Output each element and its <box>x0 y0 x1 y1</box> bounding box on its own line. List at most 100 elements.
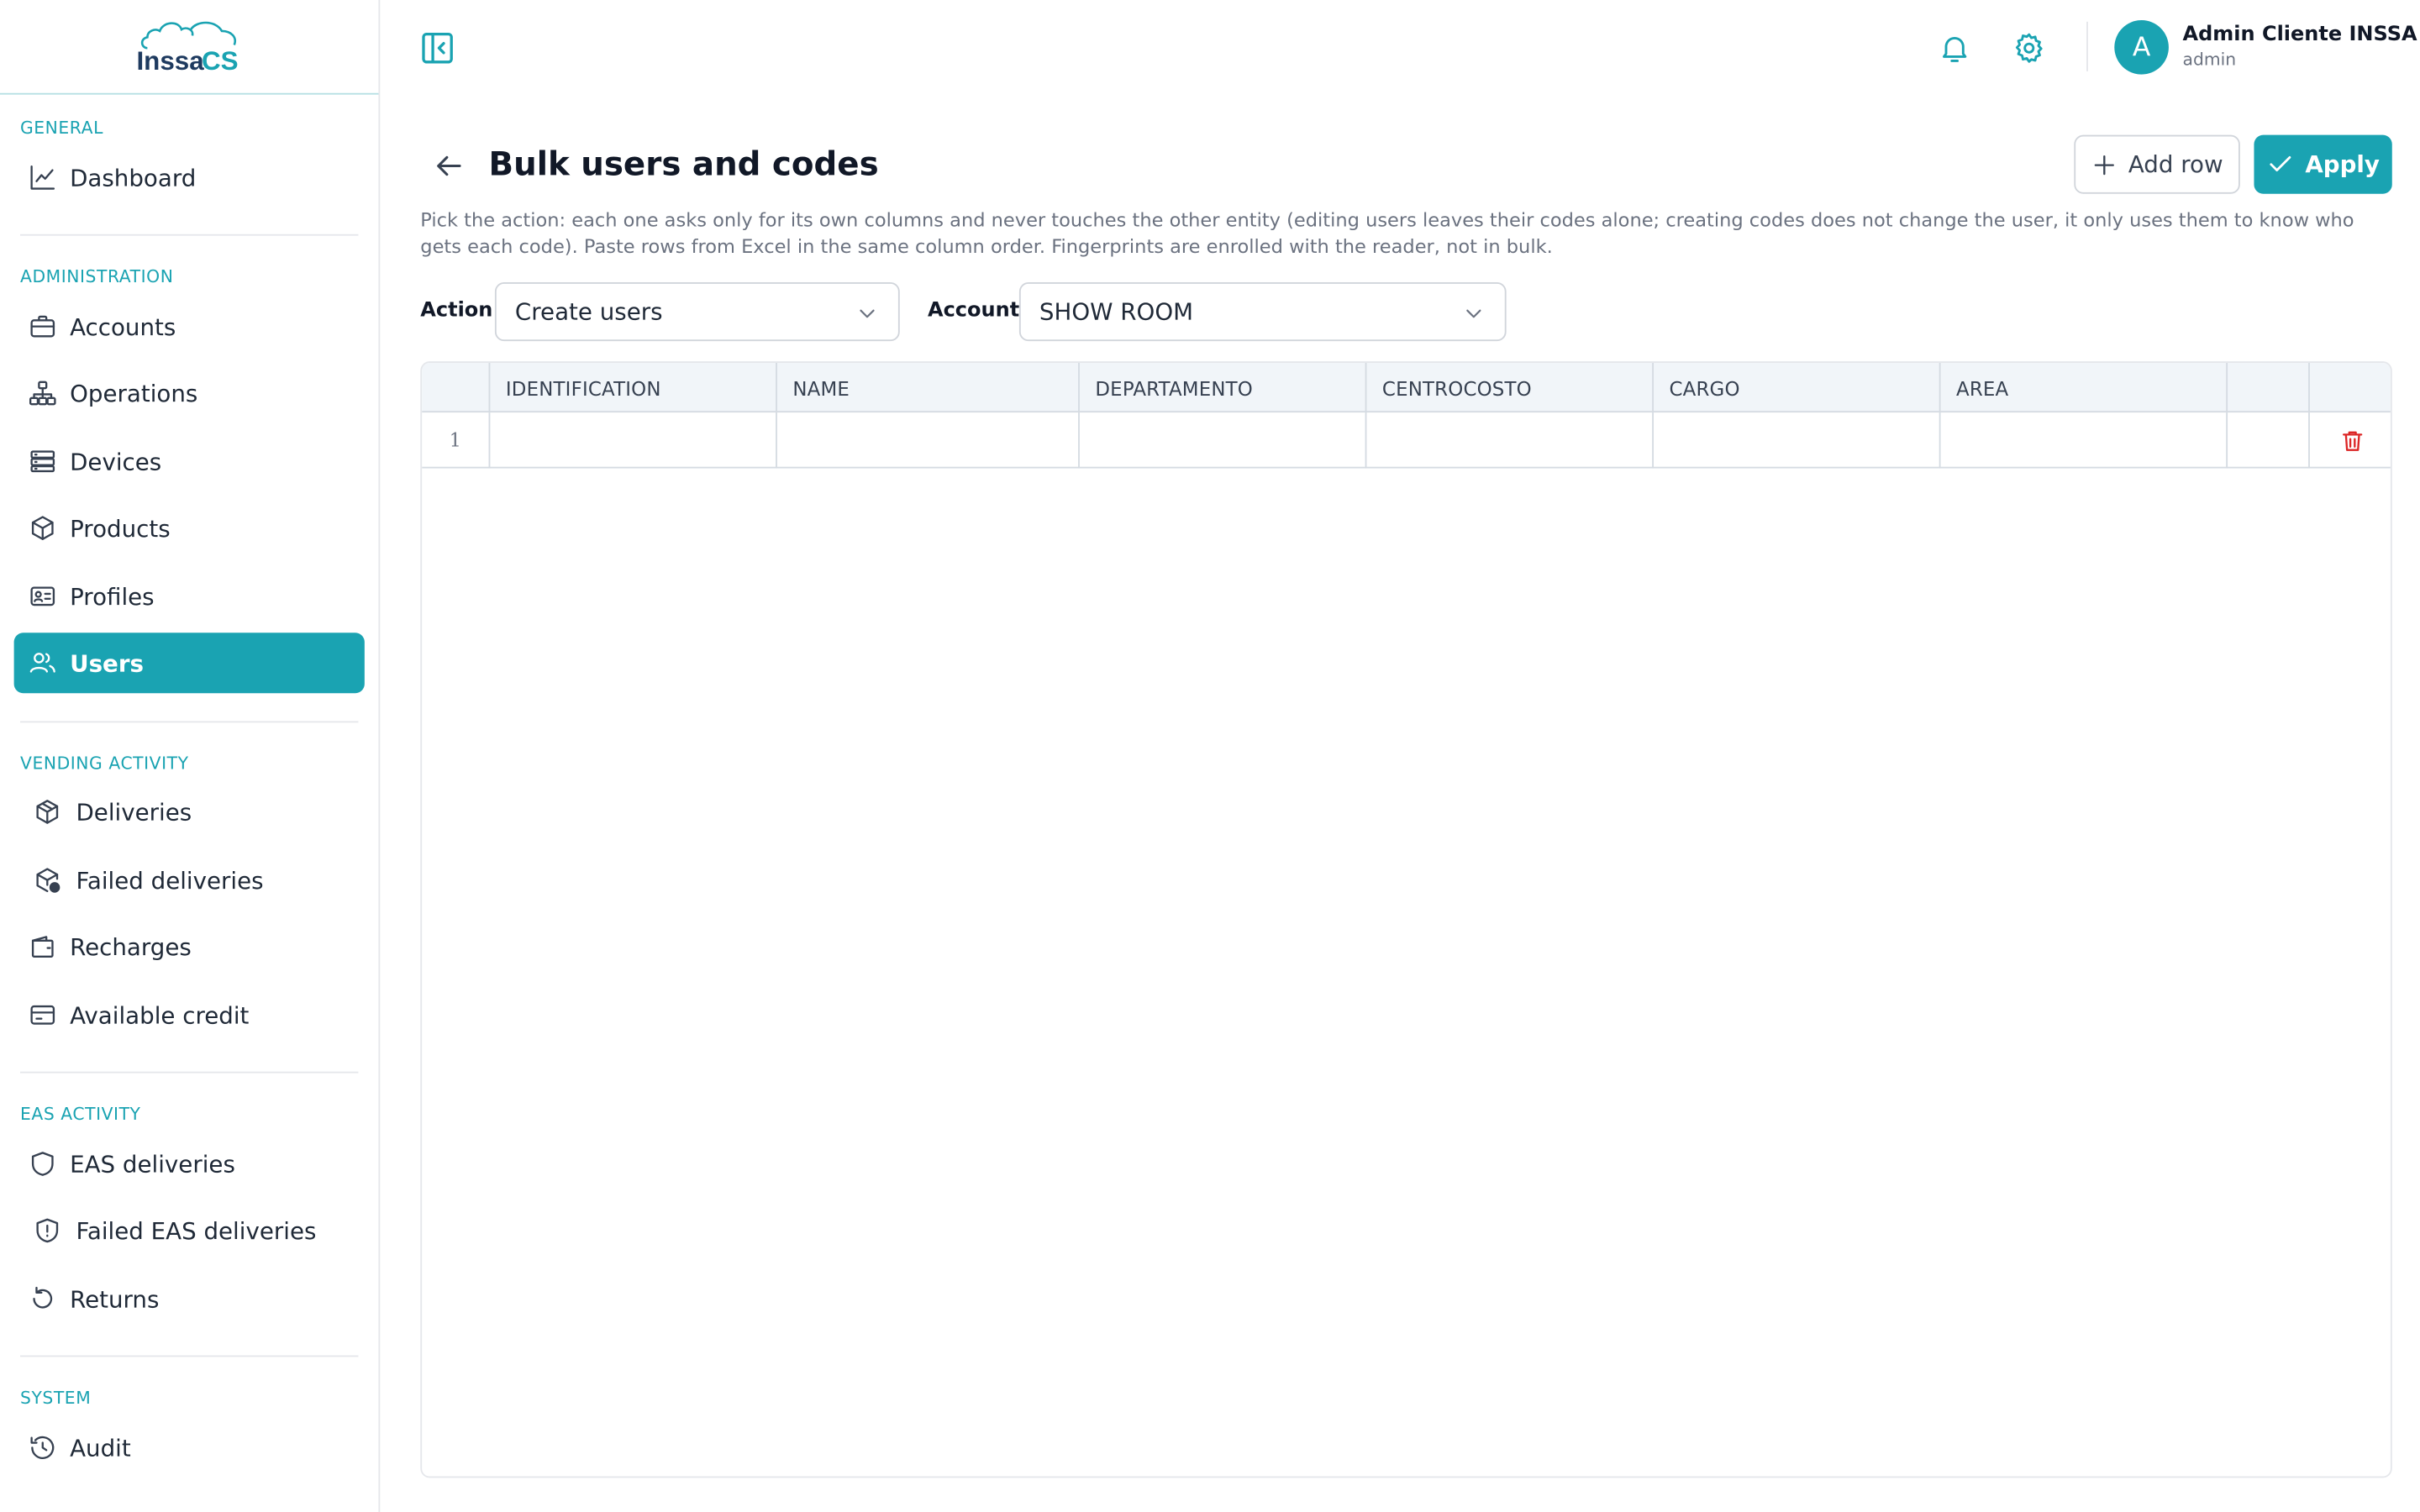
cloud-logo-icon: Inssa CS <box>136 21 239 76</box>
sidebar-item-failed-deliveries[interactable]: Failed deliveries <box>14 850 365 911</box>
box-icon <box>26 512 57 543</box>
sidebar-item-label: Available credit <box>70 1000 250 1029</box>
briefcase-icon <box>26 311 57 342</box>
header-area[interactable]: AREA <box>1941 363 2228 413</box>
action-label: Action <box>420 299 493 323</box>
action-select-value: Create users <box>514 297 663 326</box>
header-rownum <box>422 363 491 413</box>
shield-icon <box>26 1148 57 1179</box>
cell-area[interactable] <box>1941 412 2228 469</box>
header-identification[interactable]: IDENTIFICATION <box>490 363 777 413</box>
header-centrocosto[interactable]: CENTROCOSTO <box>1366 363 1655 413</box>
wallet-icon <box>26 932 57 963</box>
action-select[interactable]: Create users <box>494 282 900 342</box>
credit-card-icon <box>26 1000 57 1031</box>
cell-centrocosto[interactable] <box>1366 412 1655 469</box>
section-system: SYSTEM <box>20 1388 92 1409</box>
network-icon <box>26 378 57 409</box>
check-icon <box>2270 156 2291 172</box>
sidebar-item-recharges[interactable]: Recharges <box>14 916 365 977</box>
arrow-left-icon[interactable] <box>431 149 466 183</box>
user-name: Admin Cliente INSSA <box>2182 23 2417 47</box>
sidebar-item-available-credit[interactable]: Available credit <box>14 984 365 1045</box>
id-card-icon <box>26 580 57 612</box>
rotate-icon <box>26 1284 57 1315</box>
plus-icon <box>2094 155 2114 175</box>
cell-departamento[interactable] <box>1080 412 1367 469</box>
sidebar-item-label: Failed deliveries <box>76 866 264 895</box>
header-actions <box>2310 363 2391 412</box>
header-name[interactable]: NAME <box>777 363 1080 413</box>
cell-identification[interactable] <box>490 412 777 469</box>
main-content: Bulk users and codes Add row Apply Pick … <box>380 95 2420 1512</box>
sidebar-item-label: Profiles <box>70 582 155 611</box>
sidebar-item-devices[interactable]: Devices <box>14 431 365 491</box>
sidebar-divider <box>20 1355 359 1357</box>
grid-header: IDENTIFICATION NAME DEPARTAMENTO CENTROC… <box>422 363 2391 413</box>
page-description: Pick the action: each one asks only for … <box>420 209 2354 258</box>
history-icon <box>26 1432 57 1463</box>
server-icon <box>26 446 57 477</box>
sidebar: Inssa CS GENERAL Dashboard ADMINISTRATIO… <box>0 0 381 1512</box>
section-eas-activity: EAS ACTIVITY <box>20 1104 141 1125</box>
sidebar-divider <box>20 721 359 723</box>
add-row-button[interactable]: Add row <box>2074 134 2240 194</box>
row-number: 1 <box>422 412 491 469</box>
section-administration: ADMINISTRATION <box>20 266 174 287</box>
account-select-value: SHOW ROOM <box>1039 297 1194 326</box>
sidebar-item-label: Recharges <box>70 932 192 961</box>
delete-row-button[interactable] <box>2310 412 2391 468</box>
package-alert-icon <box>31 864 62 895</box>
header-extra <box>2228 363 2310 413</box>
sidebar-item-label: EAS deliveries <box>70 1149 235 1179</box>
sidebar-item-label: Audit <box>70 1433 131 1462</box>
add-row-label: Add row <box>2128 150 2223 179</box>
header-cargo[interactable]: CARGO <box>1654 363 1941 413</box>
chevron-down-icon <box>1466 309 1481 318</box>
sidebar-toggle-icon[interactable] <box>418 29 455 66</box>
chevron-down-icon <box>860 309 875 318</box>
cell-extra <box>2228 412 2310 469</box>
apply-label: Apply <box>2305 150 2381 179</box>
account-label: Account <box>928 299 1020 323</box>
sidebar-item-dashboard[interactable]: Dashboard <box>14 147 365 207</box>
user-role: admin <box>2182 50 2237 71</box>
sidebar-item-eas-deliveries[interactable]: EAS deliveries <box>14 1134 365 1194</box>
header-departamento[interactable]: DEPARTAMENTO <box>1080 363 1367 413</box>
cell-cargo[interactable] <box>1654 412 1941 469</box>
sidebar-item-deliveries[interactable]: Deliveries <box>14 781 365 842</box>
logo-text-left: Inssa <box>136 46 204 76</box>
sidebar-item-audit[interactable]: Audit <box>14 1417 365 1478</box>
sidebar-item-users[interactable]: Users <box>13 633 365 694</box>
header-separator <box>2086 21 2088 71</box>
section-general: GENERAL <box>20 118 103 139</box>
sidebar-item-label: Accounts <box>70 312 176 341</box>
top-bar: A Admin Cliente INSSA admin <box>380 0 2420 95</box>
trash-icon <box>2342 430 2362 450</box>
avatar[interactable]: A <box>2114 20 2169 75</box>
chart-line-icon <box>26 162 57 193</box>
sidebar-item-operations[interactable]: Operations <box>14 363 365 423</box>
sidebar-item-label: Devices <box>70 447 162 475</box>
sidebar-divider <box>20 1071 359 1074</box>
sidebar-item-returns[interactable]: Returns <box>14 1268 365 1329</box>
package-icon <box>31 796 62 827</box>
sidebar-item-failed-eas-deliveries[interactable]: Failed EAS deliveries <box>14 1200 365 1261</box>
apply-button[interactable]: Apply <box>2254 134 2392 194</box>
section-vending-activity: VENDING ACTIVITY <box>20 753 189 774</box>
sidebar-item-label: Returns <box>70 1284 160 1313</box>
shield-alert-icon <box>31 1215 62 1246</box>
sidebar-item-label: Users <box>70 648 144 677</box>
page-title: Bulk users and codes <box>488 145 879 183</box>
sidebar-item-accounts[interactable]: Accounts <box>14 297 365 357</box>
gear-icon[interactable] <box>2012 31 2046 66</box>
account-select[interactable]: SHOW ROOM <box>1018 282 1507 342</box>
users-icon <box>26 648 57 679</box>
brand-logo[interactable]: Inssa CS <box>0 0 379 95</box>
bell-icon[interactable] <box>1938 31 1972 66</box>
sidebar-item-label: Dashboard <box>70 163 197 192</box>
table-row: 1 <box>422 412 2391 469</box>
sidebar-item-profiles[interactable]: Profiles <box>14 566 365 627</box>
sidebar-item-products[interactable]: Products <box>14 498 365 559</box>
cell-name[interactable] <box>777 412 1080 469</box>
